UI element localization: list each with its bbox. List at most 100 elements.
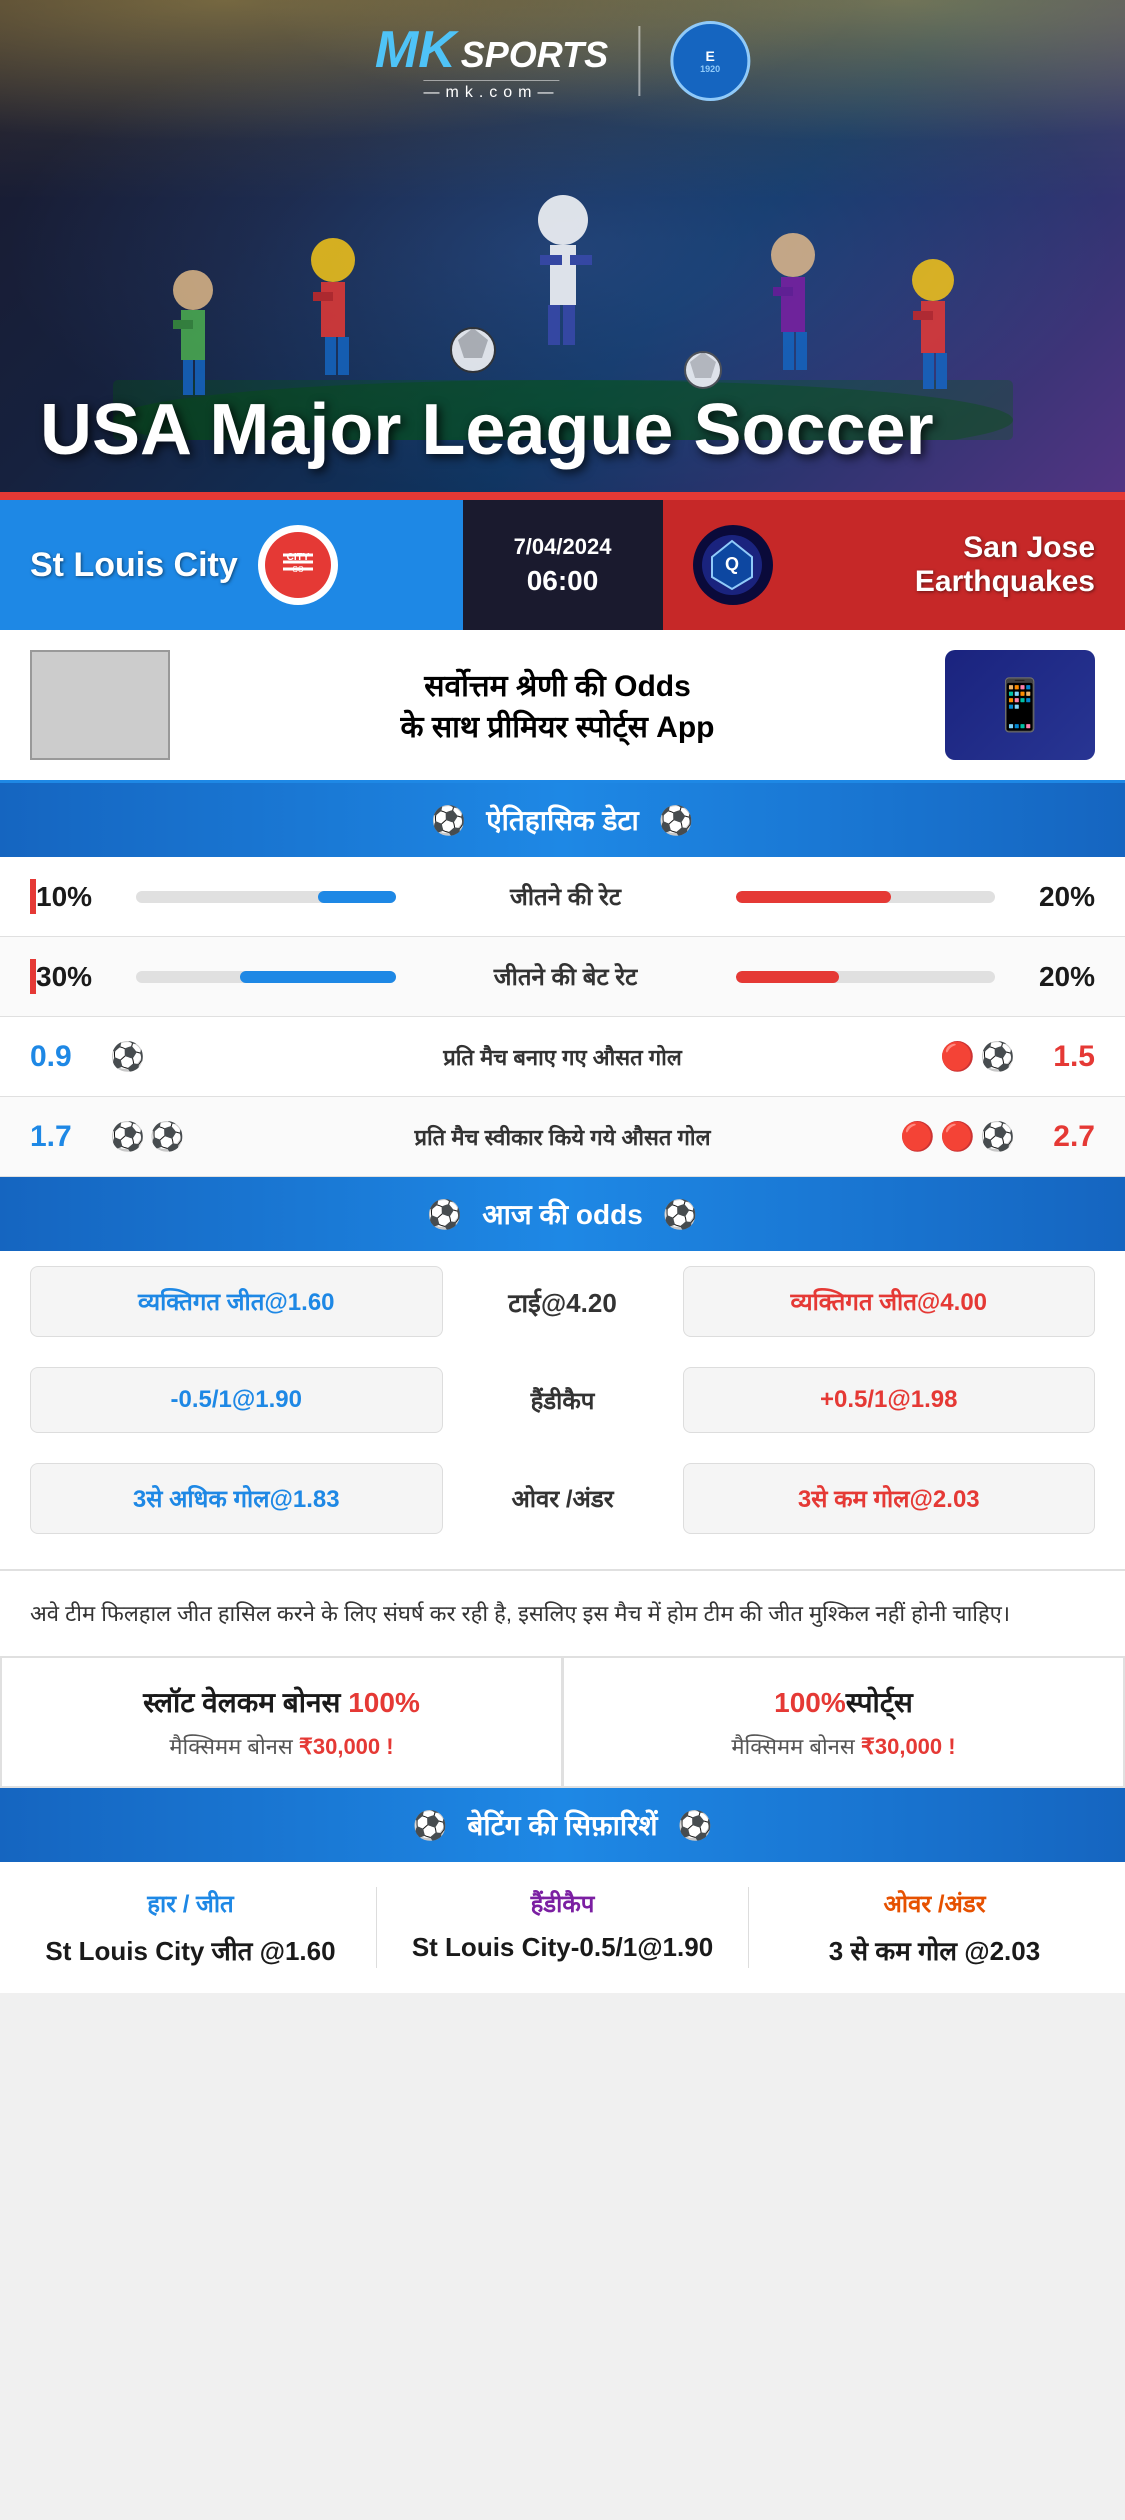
team-left-logo: CITY SC	[258, 525, 338, 605]
promo-headline: सर्वोत्तम श्रेणी की Odds	[424, 670, 691, 703]
bar-left-winrate	[136, 891, 396, 903]
bar-fill-left-winrate	[318, 891, 396, 903]
sports-text: SPORTS	[461, 34, 608, 76]
betting-rec-grid: हार / जीत St Louis City जीत @1.60 हैंडीक…	[0, 1862, 1125, 1993]
odds-ball-right: ⚽	[663, 1198, 698, 1231]
goal-left-conceded: 1.7	[30, 1120, 110, 1154]
odds-ball-left: ⚽	[427, 1198, 462, 1231]
hero-banner: MK SPORTS —mk.com— E 1920 USA Major Leag…	[0, 0, 1125, 500]
odds-btn-right-ou[interactable]: 3से कम गोल@2.03	[683, 1463, 1096, 1534]
odds-btn-left-ou[interactable]: 3से अधिक गोल@1.83	[30, 1463, 443, 1534]
stl-city-svg: CITY SC	[263, 530, 333, 600]
rec-card-hcp: हैंडीकैप St Louis City-0.5/1@1.90	[392, 1887, 733, 1968]
bonus-slot-title: स्लॉट वेलकम बोनस 100%	[32, 1683, 531, 1721]
goal-left-icons-conceded: ⚽ ⚽	[110, 1120, 388, 1153]
league-title: USA Major League Soccer	[40, 391, 934, 470]
odds-center-win: टाई@4.20	[463, 1284, 663, 1320]
bar-fill-left-betrate	[240, 971, 396, 983]
mk-url: —mk.com—	[424, 80, 560, 102]
stat-left-betrate: 30%	[36, 961, 116, 993]
rec-card-ou: ओवर /अंडर 3 से कम गोल @2.03	[764, 1887, 1105, 1968]
mk-sports-logo: MK SPORTS —mk.com—	[375, 20, 608, 102]
bonus-card-sports[interactable]: 100%स्पोर्ट्स मैक्सिमम बोनस ₹30,000 !	[562, 1656, 1125, 1788]
team-right-name: San Jose Earthquakes	[793, 531, 1096, 599]
stat-row-betrate: 30% जीतने की बेट रेट 20%	[0, 937, 1125, 1017]
team-left-name: St Louis City	[30, 546, 238, 585]
odds-center-hcp: हैंडीकैप	[463, 1384, 663, 1417]
bar-right-winrate	[736, 891, 996, 903]
rec-divider-1	[376, 1887, 377, 1968]
stat-row-winrate: 10% जीतने की रेट 20%	[0, 857, 1125, 937]
analysis-section: अवे टीम फिलहाल जीत हासिल करने के लिए संघ…	[0, 1569, 1125, 1656]
historical-title: ऐतिहासिक डेटा	[486, 801, 639, 839]
hero-logo: MK SPORTS —mk.com— E 1920	[375, 20, 750, 102]
odds-btn-right-win[interactable]: व्यक्तिगत जीत@4.00	[683, 1266, 1096, 1337]
odds-btn-right-hcp[interactable]: +0.5/1@1.98	[683, 1367, 1096, 1433]
team-right-section: Q San Jose Earthquakes	[663, 500, 1125, 630]
odds-section: ⚽ आज की odds ⚽ व्यक्तिगत जीत@1.60 टाई@4.…	[0, 1177, 1125, 1569]
ball-blue-c1: ⚽	[110, 1120, 145, 1153]
odds-center-ou: ओवर /अंडर	[463, 1482, 663, 1515]
ball-icon-right: ⚽	[659, 804, 694, 837]
goal-left-icons-scored: ⚽	[110, 1040, 388, 1073]
ball-icon-left: ⚽	[431, 804, 466, 837]
stat-right-winrate: 20%	[1015, 881, 1095, 913]
bonus-sports-title: 100%स्पोर्ट्स	[594, 1683, 1093, 1721]
match-bar: St Louis City CITY SC 7/04/2024 06:00 Q	[0, 500, 1125, 630]
betting-rec-header: ⚽ बेटिंग की सिफ़ारिशें ⚽	[0, 1788, 1125, 1862]
team-right-logo: Q	[693, 525, 773, 605]
bonus-card-slot[interactable]: स्लॉट वेलकम बोनस 100% मैक्सिमम बोनस ₹30,…	[0, 1656, 562, 1788]
stat-label-betrate: जीतने की बेट रेट	[416, 960, 716, 993]
promo-text: सर्वोत्तम श्रेणी की Odds के साथ प्रीमियर…	[190, 664, 925, 746]
ball-red-1: 🔴	[940, 1040, 975, 1073]
goal-right-icons-scored: 🔴 ⚽	[738, 1040, 1016, 1073]
match-date: 7/04/2024	[514, 534, 612, 560]
ball-red-c2: 🔴	[940, 1120, 975, 1153]
analysis-text: अवे टीम फिलहाल जीत हासिल करने के लिए संघ…	[30, 1596, 1095, 1631]
match-center-info: 7/04/2024 06:00	[463, 500, 663, 630]
promo-phones-image: 📱	[945, 650, 1095, 760]
match-time: 06:00	[527, 565, 599, 597]
bonus-slot-subtitle: मैक्सिमम बोनस ₹30,000 !	[32, 1731, 531, 1761]
sj-svg: Q	[700, 533, 765, 598]
odds-title: आज की odds	[482, 1195, 643, 1233]
bar-fill-right-betrate	[736, 971, 840, 983]
empoli-badge: E 1920	[670, 21, 750, 101]
rec-value-win: St Louis City जीत @1.60	[45, 1932, 335, 1968]
stat-label-winrate: जीतने की रेट	[416, 880, 716, 913]
goal-left-scored: 0.9	[30, 1040, 110, 1074]
ball-blue-1: ⚽	[110, 1040, 145, 1073]
rec-ball-right: ⚽	[678, 1809, 713, 1842]
rec-value-ou: 3 से कम गोल @2.03	[829, 1932, 1040, 1968]
bar-right-betrate	[736, 971, 996, 983]
goal-right-icons-conceded: 🔴 🔴 ⚽	[738, 1120, 1016, 1153]
mk-text: MK	[375, 20, 456, 80]
promo-subheadline: के साथ प्रीमियर स्पोर्ट्स App	[400, 711, 714, 744]
historical-header: ⚽ ऐतिहासिक डेटा ⚽	[0, 783, 1125, 857]
players-illustration	[113, 60, 1013, 440]
rec-category-hcp: हैंडीकैप	[531, 1887, 595, 1920]
bonus-section: स्लॉट वेलकम बोनस 100% मैक्सिमम बोनस ₹30,…	[0, 1656, 1125, 1788]
odds-row-ou: 3से अधिक गोल@1.83 ओवर /अंडर 3से कम गोल@2…	[0, 1448, 1125, 1549]
goal-row-scored: 0.9 ⚽ प्रति मैच बनाए गए औसत गोल 🔴 ⚽ 1.5	[0, 1017, 1125, 1097]
odds-header: ⚽ आज की odds ⚽	[0, 1177, 1125, 1251]
rec-card-win: हार / जीत St Louis City जीत @1.60	[20, 1887, 361, 1968]
goal-label-scored: प्रति मैच बनाए गए औसत गोल	[388, 1042, 738, 1072]
stats-table: 10% जीतने की रेट 20% 30% जीतने की बेट रे…	[0, 857, 1125, 1177]
odds-btn-left-win[interactable]: व्यक्तिगत जीत@1.60	[30, 1266, 443, 1337]
rec-category-ou: ओवर /अंडर	[883, 1887, 985, 1920]
ball-blue-c2: ⚽	[150, 1120, 185, 1153]
stat-right-betrate: 20%	[1015, 961, 1095, 993]
hero-accent-bar	[0, 492, 1125, 500]
odds-btn-left-hcp[interactable]: -0.5/1@1.90	[30, 1367, 443, 1433]
betting-rec-title: बेटिंग की सिफ़ारिशें	[467, 1806, 657, 1844]
goal-row-conceded: 1.7 ⚽ ⚽ प्रति मैच स्वीकार किये गये औसत ग…	[0, 1097, 1125, 1177]
ball-red-c3: ⚽	[980, 1120, 1015, 1153]
goal-right-scored: 1.5	[1015, 1040, 1095, 1074]
promo-banner[interactable]: सर्वोत्तम श्रेणी की Odds के साथ प्रीमियर…	[0, 630, 1125, 783]
bar-fill-right-winrate	[736, 891, 892, 903]
goal-right-conceded: 2.7	[1015, 1120, 1095, 1154]
betting-rec-section: ⚽ बेटिंग की सिफ़ारिशें ⚽ हार / जीत St Lo…	[0, 1788, 1125, 1993]
odds-row-win: व्यक्तिगत जीत@1.60 टाई@4.20 व्यक्तिगत जी…	[0, 1251, 1125, 1352]
rec-ball-left: ⚽	[413, 1809, 448, 1842]
